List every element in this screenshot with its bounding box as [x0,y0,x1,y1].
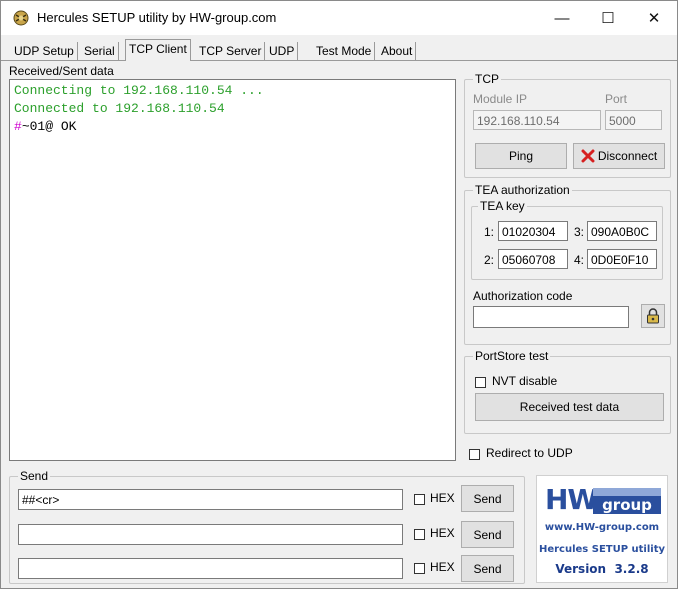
hex-label-1: HEX [430,491,455,505]
received-line-1: Connecting to 192.168.110.54 ... [14,83,264,98]
tea-key-label: TEA key [478,199,527,213]
close-button[interactable]: ✕ [631,1,677,35]
tcp-group-label: TCP [473,72,501,86]
portstore-test-group: PortStore test NVT disable Received test… [464,349,671,434]
window-title: Hercules SETUP utility by HW-group.com [37,10,277,25]
ping-button[interactable]: Ping [475,143,567,169]
hex-checkbox-2[interactable] [414,529,425,540]
tea-key-2-field[interactable]: 05060708 [498,249,568,269]
received-test-data-button[interactable]: Received test data [475,393,664,421]
received-line-2: Connected to 192.168.110.54 [14,101,225,116]
tab-about[interactable]: About [378,42,417,60]
tab-udp[interactable]: UDP [266,42,299,60]
send-button-1[interactable]: Send [461,485,514,512]
received-data-textarea[interactable]: Connecting to 192.168.110.54 ... Connect… [9,79,456,461]
minimize-button[interactable]: — [539,1,585,35]
tea-authorization-label: TEA authorization [473,183,572,197]
disconnect-button[interactable]: Disconnect [573,143,665,169]
tab-strip: UDP Setup Serial TCP Client TCP Server U… [1,39,677,61]
logo-version: Version 3.2.8 [555,562,649,576]
tea-authorization-group: TEA authorization TEA key 1: 01020304 3:… [464,183,671,345]
hercules-app-icon [13,10,29,26]
tea-key-3-field[interactable]: 090A0B0C [587,221,657,241]
portstore-test-label: PortStore test [473,349,551,363]
logo-bar [593,488,661,496]
send-button-2[interactable]: Send [461,521,514,548]
tea-key-1-field[interactable]: 01020304 [498,221,568,241]
tab-udp-setup[interactable]: UDP Setup [11,42,78,60]
module-ip-label: Module IP [473,92,528,106]
tab-serial[interactable]: Serial [81,42,119,60]
lock-icon [647,308,659,324]
send-field-2[interactable] [18,524,403,545]
tab-tcp-client[interactable]: TCP Client [125,39,191,61]
tea-key-4-label: 4: [574,253,585,267]
port-field[interactable]: 5000 [605,110,662,130]
redirect-to-udp-checkbox[interactable] [469,449,480,460]
tcp-group: TCP Module IP Port 192.168.110.54 5000 P… [464,72,671,178]
tea-key-2-label: 2: [484,253,495,267]
tea-key-1-label: 1: [484,225,495,239]
logo-url: www.HW-group.com [544,522,660,533]
authorization-code-field[interactable] [473,306,629,328]
authorization-code-label: Authorization code [473,289,573,303]
received-line-3-text: ~01@ OK [21,119,77,134]
port-label: Port [605,92,628,106]
hw-group-logo-mark: HW group [545,484,661,516]
title-bar: Hercules SETUP utility by HW-group.com —… [1,1,677,35]
logo-group-text: group [593,496,661,514]
disconnect-label: Disconnect [597,149,658,163]
app-window: Hercules SETUP utility by HW-group.com —… [0,0,678,589]
redirect-to-udp-label: Redirect to UDP [486,446,573,460]
hw-group-logo[interactable]: HW group www.HW-group.com Hercules SETUP… [536,475,668,583]
lock-button[interactable] [641,304,665,328]
logo-product: Hercules SETUP utility [538,544,666,555]
logo-hw-text: HW [545,483,598,516]
hex-label-2: HEX [430,526,455,540]
send-group-label: Send [18,469,51,483]
module-ip-field[interactable]: 192.168.110.54 [473,110,601,130]
send-field-1[interactable]: ##<cr> [18,489,403,510]
send-button-3[interactable]: Send [461,555,514,582]
received-sent-label: Received/Sent data [9,64,114,78]
tab-divider [1,60,677,61]
send-field-3[interactable] [18,558,403,579]
tab-test-mode[interactable]: Test Mode [313,42,376,60]
tab-tcp-server[interactable]: TCP Server [196,42,266,60]
hex-checkbox-1[interactable] [414,494,425,505]
tea-key-group: TEA key 1: 01020304 3: 090A0B0C 2: 05060… [471,199,663,280]
tea-key-4-field[interactable]: 0D0E0F10 [587,249,657,269]
tea-key-3-label: 3: [574,225,585,239]
nvt-disable-checkbox[interactable] [475,377,486,388]
disconnect-x-icon [581,149,595,163]
nvt-disable-label: NVT disable [492,374,558,388]
hex-label-3: HEX [430,560,455,574]
hex-checkbox-3[interactable] [414,563,425,574]
received-line-3-prefix: # [14,119,22,134]
received-line-3: #~01@ OK [14,118,451,136]
maximize-button[interactable]: ☐ [585,1,631,35]
